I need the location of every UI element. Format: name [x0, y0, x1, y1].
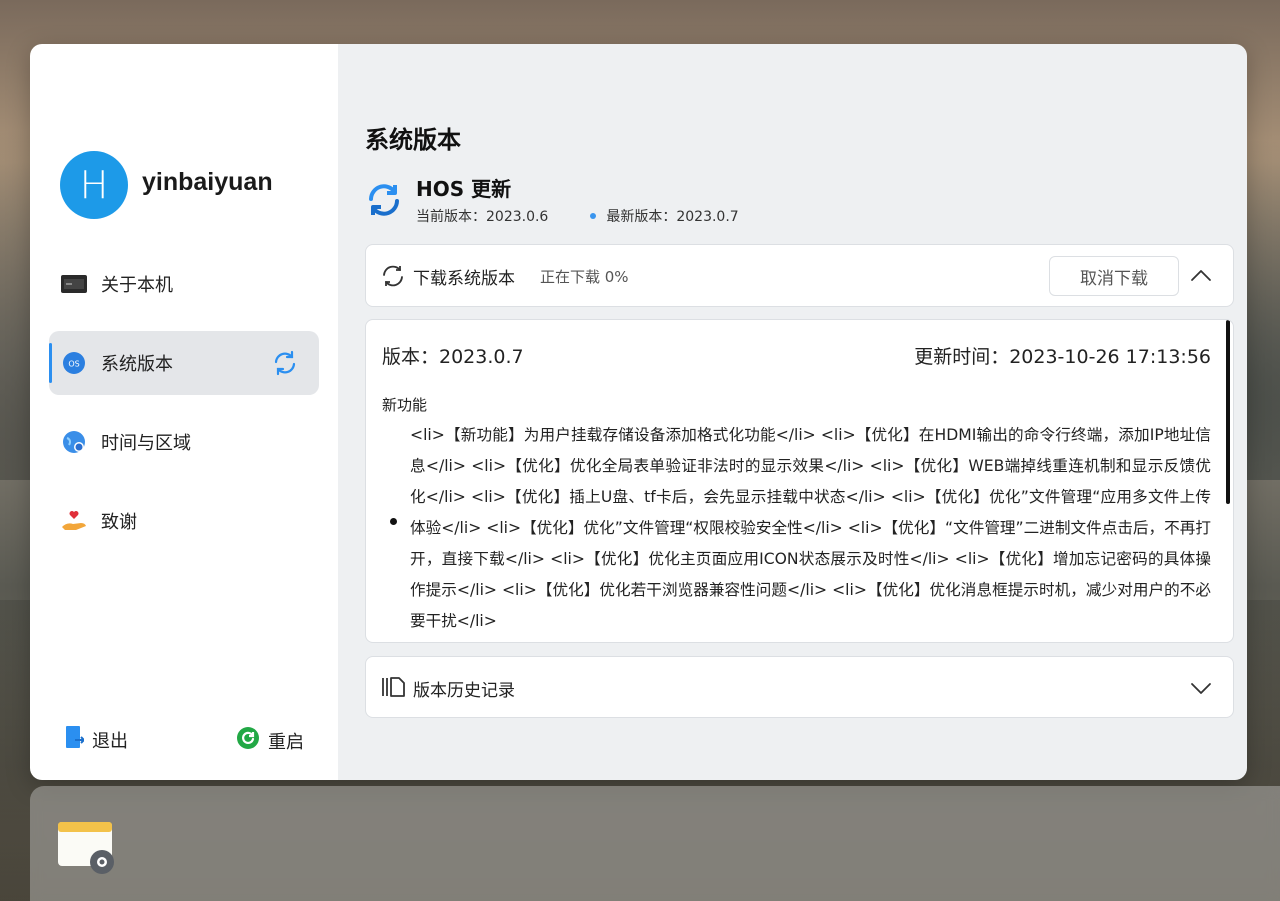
sidebar-item-thanks[interactable]: 致谢 [49, 489, 319, 553]
os-icon: OS [61, 350, 87, 376]
chevron-up-icon[interactable] [1187, 262, 1215, 290]
logout-button[interactable]: 退出 [66, 726, 128, 753]
sidebar: H yinbaiyuan 关于本机 OS 系统版本 时间与区域 致谢 退出 重启 [30, 44, 338, 780]
version-info: 当前版本：2023.0.6 最新版本：2023.0.7 [416, 206, 739, 226]
sidebar-item-label: 致谢 [101, 512, 137, 533]
update-sync-icon [365, 181, 403, 219]
release-notes-card: 版本：2023.0.7 更新时间：2023-10-26 17:13:56 新功能… [365, 319, 1234, 643]
refresh-icon [380, 263, 406, 289]
sidebar-item-label: 系统版本 [101, 354, 173, 375]
sidebar-item-about[interactable]: 关于本机 [49, 252, 319, 316]
logout-icon [66, 726, 86, 753]
section-heading: 新功能 [382, 396, 428, 414]
sidebar-item-time-region[interactable]: 时间与区域 [49, 410, 319, 474]
scrollbar-thumb[interactable] [1226, 320, 1230, 504]
history-label: 版本历史记录 [413, 681, 515, 701]
release-notes-text: <li>【新功能】为用户挂载存储设备添加格式化功能</li> <li>【优化】在… [410, 426, 1211, 630]
chevron-down-icon[interactable] [1187, 674, 1215, 702]
update-title: HOS 更新 [416, 177, 512, 201]
avatar: H [60, 151, 128, 219]
release-version: 版本：2023.0.7 [382, 346, 524, 368]
release-update-time: 更新时间：2023-10-26 17:13:56 [914, 346, 1211, 368]
download-label: 下载系统版本 [413, 269, 515, 289]
logout-label: 退出 [92, 730, 128, 752]
sidebar-item-label: 时间与区域 [101, 433, 191, 454]
restart-button[interactable]: 重启 [236, 726, 304, 755]
sync-icon [271, 349, 299, 377]
latest-version: 最新版本：2023.0.7 [606, 209, 739, 225]
device-icon [61, 271, 87, 297]
page-title: 系统版本 [365, 126, 461, 154]
settings-window: H yinbaiyuan 关于本机 OS 系统版本 时间与区域 致谢 退出 重启… [30, 44, 1247, 780]
restart-icon [236, 726, 260, 755]
settings-app-icon[interactable] [58, 820, 116, 878]
globe-icon [61, 429, 87, 455]
current-version: 当前版本：2023.0.6 [416, 209, 549, 225]
restart-label: 重启 [268, 731, 304, 753]
cancel-download-button[interactable]: 取消下载 [1049, 256, 1179, 296]
version-history-card[interactable]: 版本历史记录 [365, 656, 1234, 718]
sidebar-item-system-version[interactable]: OS 系统版本 [49, 331, 319, 395]
svg-text:OS: OS [68, 360, 79, 369]
list-bullet [390, 518, 397, 525]
download-status: 正在下载 0% [540, 268, 629, 286]
download-card: 下载系统版本 正在下载 0% 取消下载 [365, 244, 1234, 307]
separator-dot [590, 213, 597, 219]
main-panel: 系统版本 HOS 更新 当前版本：2023.0.6 最新版本：2023.0.7 … [338, 44, 1247, 780]
sidebar-item-label: 关于本机 [101, 275, 173, 296]
heart-hand-icon [61, 508, 87, 534]
history-icon [380, 674, 406, 700]
dock [30, 786, 1280, 901]
username: yinbaiyuan [142, 168, 273, 196]
